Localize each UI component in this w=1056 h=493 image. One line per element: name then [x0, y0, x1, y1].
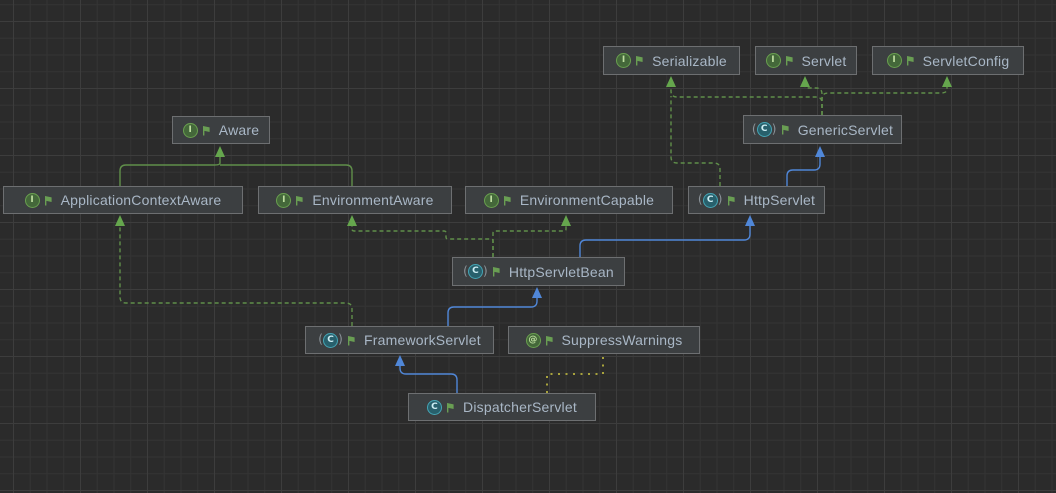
node-servlet[interactable]: I Servlet	[755, 46, 857, 75]
node-icons: C	[427, 400, 455, 415]
flag-icon	[502, 195, 512, 206]
node-label: ApplicationContextAware	[61, 192, 222, 208]
arrowhead-extends-into-http-servlet	[745, 215, 755, 226]
interface-icon: I	[25, 193, 40, 208]
interface-icon: I	[484, 193, 499, 208]
flag-icon	[726, 195, 736, 206]
node-environment-aware[interactable]: I EnvironmentAware	[258, 186, 452, 214]
node-http-servlet-bean[interactable]: (C) HttpServletBean	[452, 257, 625, 286]
node-label: DispatcherServlet	[463, 399, 577, 415]
node-label: EnvironmentAware	[312, 192, 433, 208]
node-icons: (C)	[463, 264, 501, 279]
flag-icon	[780, 124, 790, 135]
arrowhead-extends-into-generic-servlet	[815, 146, 825, 157]
abstract-class-icon: (C)	[463, 264, 488, 279]
interface-icon: I	[766, 53, 781, 68]
abstract-class-icon: (C)	[698, 193, 723, 208]
arrowhead-interface-extends-into-aware	[215, 146, 225, 157]
node-icons: (C)	[698, 193, 736, 208]
flag-icon	[491, 266, 501, 277]
node-http-servlet[interactable]: (C) HttpServlet	[688, 186, 825, 214]
node-label: Serializable	[652, 53, 727, 69]
edge-dispatcher-servlet-annotation-suppress-warnings	[547, 355, 603, 393]
edge-framework-servlet-implements-application-context-aware	[120, 226, 352, 326]
node-suppress-warnings[interactable]: @ SuppressWarnings	[508, 326, 700, 354]
flag-icon	[634, 55, 644, 66]
flag-icon	[905, 55, 915, 66]
node-servlet-config[interactable]: I ServletConfig	[872, 46, 1024, 75]
node-label: Servlet	[802, 53, 847, 69]
edge-dispatcher-servlet-extends-framework-servlet	[400, 366, 457, 393]
node-icons: I	[25, 193, 53, 208]
node-dispatcher-servlet[interactable]: C DispatcherServlet	[408, 393, 596, 421]
node-generic-servlet[interactable]: (C) GenericServlet	[743, 115, 902, 144]
node-label: FrameworkServlet	[364, 332, 481, 348]
arrowhead-extends-into-http-servlet-bean	[532, 287, 542, 298]
node-application-context-aware[interactable]: I ApplicationContextAware	[3, 186, 243, 214]
arrowhead-implements-into-servlet	[800, 76, 810, 87]
node-icons: I	[484, 193, 512, 208]
node-icons: I	[616, 53, 644, 68]
node-icons: I	[766, 53, 794, 68]
node-label: HttpServletBean	[509, 264, 614, 280]
edge-framework-servlet-extends-http-servlet-bean	[448, 298, 537, 326]
interface-icon: I	[887, 53, 902, 68]
edge-http-servlet-bean-implements-environment-capable	[493, 226, 566, 257]
arrowhead-implements-into-environment-aware	[347, 215, 357, 226]
edge-http-servlet-extends-generic-servlet	[787, 157, 820, 186]
node-label: SuppressWarnings	[562, 332, 683, 348]
edge-http-servlet-bean-extends-http-servlet	[580, 226, 750, 257]
node-label: HttpServlet	[744, 192, 815, 208]
edge-http-servlet-bean-implements-environment-aware	[352, 226, 493, 257]
node-label: GenericServlet	[798, 122, 893, 138]
arrowhead-implements-into-application-context-aware	[115, 215, 125, 226]
flag-icon	[201, 125, 211, 136]
interface-icon: I	[616, 53, 631, 68]
edge-environment-aware-interface-extends-aware	[220, 165, 352, 186]
edge-generic-servlet-implements-serializable	[671, 87, 822, 115]
node-serializable[interactable]: I Serializable	[603, 46, 740, 75]
abstract-class-icon: (C)	[318, 333, 343, 348]
node-label: ServletConfig	[923, 53, 1010, 69]
abstract-class-icon: (C)	[752, 122, 777, 137]
flag-icon	[544, 335, 554, 346]
arrowhead-extends-into-framework-servlet	[395, 355, 405, 366]
arrowhead-implements-into-environment-capable	[561, 215, 571, 226]
annotation-icon: @	[526, 333, 541, 348]
node-icons: I	[887, 53, 915, 68]
flag-icon	[43, 195, 53, 206]
node-icons: (C)	[318, 333, 356, 348]
node-icons: I	[183, 123, 211, 138]
node-aware[interactable]: I Aware	[172, 116, 270, 144]
node-icons: @	[526, 333, 554, 348]
interface-icon: I	[276, 193, 291, 208]
node-label: EnvironmentCapable	[520, 192, 654, 208]
arrowhead-implements-into-servlet-config	[942, 76, 952, 87]
flag-icon	[784, 55, 794, 66]
flag-icon	[294, 195, 304, 206]
edge-http-servlet-implements-serializable	[671, 96, 720, 186]
edge-generic-servlet-implements-servlet-config	[822, 87, 947, 115]
edge-application-context-aware-interface-extends-aware	[120, 157, 220, 186]
flag-icon	[346, 335, 356, 346]
node-icons: I	[276, 193, 304, 208]
flag-icon	[445, 402, 455, 413]
edge-generic-servlet-implements-servlet	[805, 87, 822, 115]
arrowhead-implements-into-serializable	[666, 76, 676, 87]
node-label: Aware	[219, 122, 259, 138]
uml-diagram-canvas[interactable]: I Serializable I Servlet I ServletConfig I Awar…	[0, 0, 1056, 493]
node-framework-servlet[interactable]: (C) FrameworkServlet	[305, 326, 494, 354]
class-icon: C	[427, 400, 442, 415]
interface-icon: I	[183, 123, 198, 138]
node-icons: (C)	[752, 122, 790, 137]
node-environment-capable[interactable]: I EnvironmentCapable	[465, 186, 673, 214]
